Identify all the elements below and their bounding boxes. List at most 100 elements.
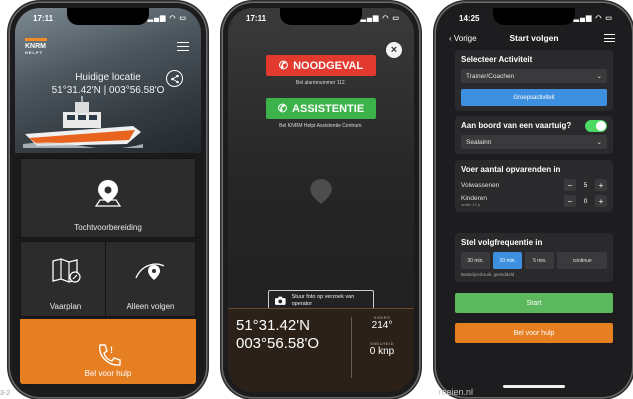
track-pin-icon <box>134 263 164 280</box>
children-value: 0 <box>583 197 588 205</box>
speed-value: 0 knp <box>369 346 395 357</box>
assist-label: ASSISTENTIE <box>292 102 365 115</box>
children-plus-button[interactable]: + <box>595 195 607 207</box>
logo-text: KNRM <box>25 43 46 50</box>
coordinates-readout: 51°31.42'N 003°56.58'O <box>236 317 319 354</box>
vessel-select[interactable]: Sealainn ⌄ <box>461 135 607 149</box>
children-row: Kinderen onder 12 jr. − 0 + <box>461 195 607 207</box>
adults-row: Volwassenen − 5 + <box>461 179 607 191</box>
hamburger-menu-icon[interactable] <box>177 42 189 51</box>
adults-stepper: − 5 + <box>564 179 607 191</box>
notch <box>67 8 149 25</box>
emergency-button[interactable]: ✆ NOODGEVAL <box>266 55 376 76</box>
emergency-note: Bel alarmnummer 112. <box>295 80 347 86</box>
children-sub: onder 12 jr. <box>461 202 482 207</box>
freq-option-30[interactable]: 30 min. <box>461 252 491 269</box>
back-label: Vorige <box>453 33 477 43</box>
coordinates-panel: 51°31.42'N 003°56.58'O KOERS 214° SNELHE… <box>228 308 414 392</box>
hamburger-menu-icon[interactable] <box>604 34 615 45</box>
activity-select[interactable]: Trainer/Coachen ⌄ <box>461 69 607 83</box>
call-help-button[interactable]: Bel voor hulp <box>455 323 613 343</box>
status-time: 17:11 <box>33 13 54 23</box>
screenshot-stage: 17:11 ▂▄▆ ◠ ▭ KNRM HELPT Huidige locatie… <box>0 0 633 399</box>
phone-emergency: 17:11 ▂▄▆ ◠ ▭ × ✆ NOODGEVAL Bel alarmnum… <box>223 3 419 397</box>
course-value: 214° <box>371 320 393 331</box>
chevron-down-icon: ⌄ <box>596 73 602 80</box>
onboard-card: Aan boord van een vaartuig? Sealainn ⌄ <box>455 116 613 154</box>
adults-plus-button[interactable]: + <box>595 179 607 191</box>
ghost-pin-icon <box>310 179 332 204</box>
crew-card: Voer aantal opvarenden in Volwassenen − … <box>455 160 613 212</box>
phone-icon: ✆ <box>277 103 288 115</box>
adults-label: Volwassenen <box>461 181 500 189</box>
caption-left: 3-2 <box>0 390 11 397</box>
frequency-options: 30 min. 10 min. 5 min. continue <box>461 252 608 269</box>
start-button[interactable]: Start <box>455 293 613 313</box>
emergency-screen: 17:11 ▂▄▆ ◠ ▭ × ✆ NOODGEVAL Bel alarmnum… <box>228 8 414 392</box>
nav-bar: ‹ Vorige Start volgen <box>441 28 627 48</box>
divider <box>351 317 352 378</box>
speed-block: SNELHEID 0 knp <box>356 341 408 357</box>
adults-minus-button[interactable]: − <box>564 179 576 191</box>
assist-note: Bel KNRM Helpt Assistentie Centrum. <box>279 123 363 129</box>
group-activity-button[interactable]: Groepsactiviteit <box>461 89 607 106</box>
camera-icon <box>275 296 286 305</box>
call-help-tile[interactable]: ! Bel voor hulp <box>20 319 196 384</box>
crew-title: Voer aantal opvarenden in <box>461 165 561 174</box>
battery-note: Batterijverbruik: gemiddeld <box>461 272 515 277</box>
track-only-tile[interactable]: Alleen volgen <box>105 241 196 317</box>
frequency-card: Stel volgfrequentie in 30 min. 10 min. 5… <box>455 233 613 282</box>
activity-value: Trainer/Coachen <box>466 72 515 80</box>
adults-value: 5 <box>583 181 588 189</box>
emergency-label: NOODGEVAL <box>293 59 364 72</box>
trip-prep-tile[interactable]: Tochtvoorbereiding <box>20 158 196 238</box>
phone-start-tracking: 14:25 ▂▄▆ ◠ ▭ ‹ Vorige Start volgen Sele… <box>436 3 632 397</box>
notch <box>493 8 575 25</box>
activity-card: Selecteer Activiteit Trainer/Coachen ⌄ G… <box>455 50 613 111</box>
frequency-title: Stel volgfrequentie in <box>461 238 543 247</box>
freq-option-continue[interactable]: continue <box>557 252 608 269</box>
children-label: Kinderen <box>461 195 488 202</box>
longitude-value: 003°56.58'O <box>236 335 320 353</box>
home-tiles: Tochtvoorbereiding Vaarplan Alleen volge… <box>15 153 201 392</box>
home-indicator <box>503 385 565 388</box>
status-time: 17:11 <box>246 13 267 23</box>
chevron-down-icon: ⌄ <box>596 139 602 146</box>
sail-plan-tile[interactable]: Vaarplan <box>20 241 111 317</box>
phone-help-icon: ! <box>99 344 121 366</box>
status-time: 14:25 <box>459 13 480 23</box>
send-photo-label: Stuur foto op verzoek van operator <box>291 293 355 307</box>
onboard-toggle[interactable] <box>585 120 607 132</box>
freq-option-5[interactable]: 5 min. <box>525 252 555 269</box>
activity-title: Selecteer Activiteit <box>461 55 533 64</box>
freq-option-10[interactable]: 10 min. <box>493 252 523 269</box>
course-block: KOERS 214° <box>356 315 408 331</box>
share-icon[interactable] <box>166 70 183 87</box>
track-only-label: Alleen volgen <box>126 302 175 311</box>
phone-home: 17:11 ▂▄▆ ◠ ▭ KNRM HELPT Huidige locatie… <box>10 3 206 397</box>
logo-subtext: HELPT <box>25 50 44 55</box>
trip-prep-label: Tochtvoorbereiding <box>74 223 142 232</box>
back-button[interactable]: ‹ Vorige <box>449 34 477 43</box>
vessel-value: Sealainn <box>466 138 492 146</box>
signal-wifi-battery-icon: ▂▄▆ ◠ ▭ <box>360 15 400 22</box>
phone-icon: ✆ <box>278 60 289 72</box>
signal-wifi-battery-icon: ▂▄▆ ◠ ▭ <box>573 15 613 22</box>
map-pin-icon <box>95 180 121 207</box>
children-stepper: − 0 + <box>564 195 607 207</box>
svg-text:!: ! <box>110 345 113 355</box>
signal-wifi-battery-icon: ▂▄▆ ◠ ▭ <box>147 15 187 22</box>
lifeboat-illustration <box>23 96 143 148</box>
latitude-value: 51°31.42'N <box>236 317 310 334</box>
assist-button[interactable]: ✆ ASSISTENTIE <box>266 98 376 119</box>
watermark: roeien.nl <box>438 387 473 397</box>
sail-plan-label: Vaarplan <box>49 302 82 311</box>
children-minus-button[interactable]: − <box>564 195 576 207</box>
map-icon <box>51 258 81 283</box>
close-icon[interactable]: × <box>386 42 402 58</box>
knrm-logo: KNRM HELPT <box>25 38 47 55</box>
notch <box>280 8 362 25</box>
home-screen: 17:11 ▂▄▆ ◠ ▭ KNRM HELPT Huidige locatie… <box>15 8 201 392</box>
nav-title: Start volgen <box>509 33 559 43</box>
start-tracking-screen: 14:25 ▂▄▆ ◠ ▭ ‹ Vorige Start volgen Sele… <box>441 8 627 392</box>
